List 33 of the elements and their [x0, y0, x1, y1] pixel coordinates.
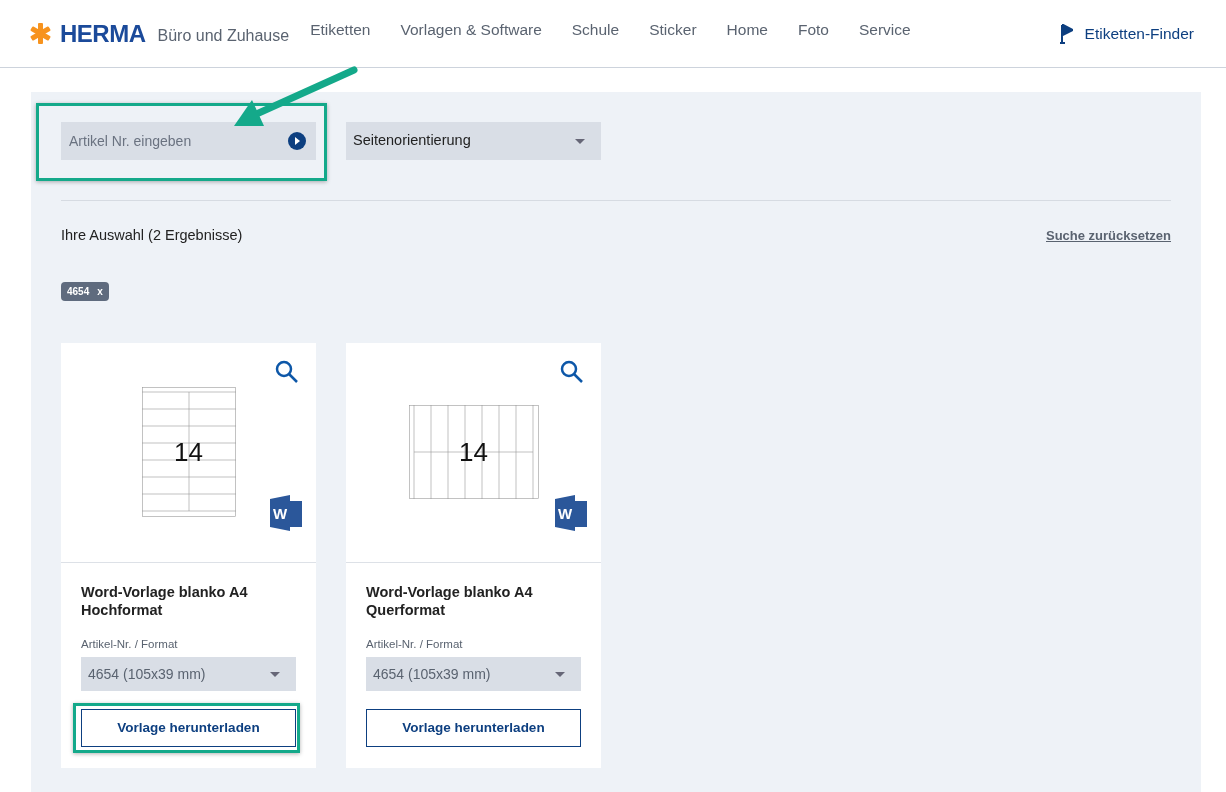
download-button[interactable]: Vorlage herunterladen [366, 709, 581, 747]
format-select[interactable]: 4654 (105x39 mm) [81, 657, 296, 691]
format-select[interactable]: 4654 (105x39 mm) [366, 657, 581, 691]
logo-text: HERMA [60, 18, 146, 49]
flag-icon [1059, 23, 1073, 44]
asterisk-logo-icon [30, 23, 51, 44]
caret-icon [575, 138, 585, 144]
nav-link[interactable]: Schule [571, 17, 620, 42]
label-count: 14 [174, 439, 203, 466]
reset-search-link[interactable]: Suche zurücksetzen [1046, 226, 1171, 246]
card-title: Word-Vorlage blanko A4 Querformat [366, 582, 534, 619]
nav-link[interactable]: Home [726, 17, 768, 42]
search-icon[interactable] [275, 359, 299, 384]
caret-icon [555, 671, 565, 677]
nav-link[interactable]: Sticker [649, 17, 697, 42]
logo-tagline: Büro und Zuhause [157, 25, 290, 46]
search-icon[interactable] [560, 359, 584, 384]
caret-icon [270, 671, 280, 677]
format-label: Artikel-Nr. / Format [81, 636, 179, 652]
search-field[interactable]: Artikel Nr. eingeben [61, 122, 316, 160]
results-heading: Ihre Auswahl (2 Ergebnisse) [61, 226, 243, 245]
nav-link[interactable]: Foto [797, 17, 829, 42]
play-icon[interactable] [288, 132, 306, 150]
filter-chip[interactable]: 4654 x [61, 281, 109, 301]
orientation-select[interactable]: Seitenorientierung [346, 122, 601, 160]
nav-link[interactable]: Etiketten [310, 17, 371, 42]
nav-link[interactable]: Service [858, 17, 911, 42]
download-button[interactable]: Vorlage herunterladen [81, 709, 296, 747]
format-label: Artikel-Nr. / Format [366, 636, 464, 652]
etiketten-finder-link[interactable]: Etiketten-Finder [1059, 21, 1194, 46]
card-title: Word-Vorlage blanko A4 Hochformat [81, 582, 249, 619]
label-count: 14 [459, 439, 488, 466]
nav-link[interactable]: Vorlagen & Software [400, 17, 542, 42]
